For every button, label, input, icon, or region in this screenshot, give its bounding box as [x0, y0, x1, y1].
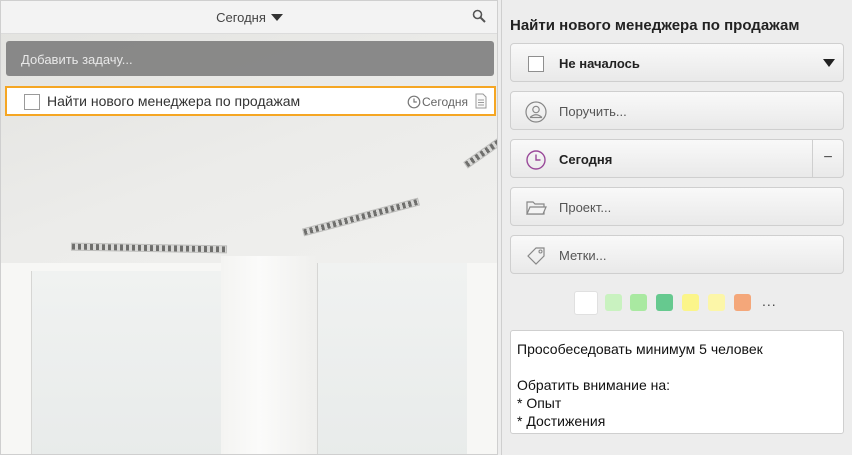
color-swatch-dark-green[interactable]	[656, 294, 673, 311]
clear-due-date-button[interactable]: −	[812, 140, 843, 177]
search-icon[interactable]	[472, 9, 486, 23]
list-toolbar: Сегодня	[1, 1, 497, 34]
color-swatch-white[interactable]	[574, 291, 598, 315]
background-window	[31, 271, 221, 454]
status-label: Не началось	[559, 56, 640, 71]
clock-icon	[407, 95, 421, 109]
task-list-pane: Сегодня Добавить задачу... Найти нового …	[0, 0, 498, 455]
tag-icon	[527, 247, 545, 265]
task-title: Найти нового менеджера по продажам	[47, 93, 301, 109]
clock-icon	[526, 150, 546, 170]
tags-button[interactable]: Метки...	[510, 235, 844, 274]
more-colors-button[interactable]: ...	[762, 293, 777, 309]
due-date-button[interactable]: Сегодня −	[510, 139, 844, 178]
date-filter-label: Сегодня	[216, 10, 266, 25]
task-due-date: Сегодня	[422, 95, 468, 109]
color-swatch-light-yellow[interactable]	[708, 294, 725, 311]
user-icon	[525, 101, 547, 123]
task-row[interactable]: Найти нового менеджера по продажам Сегод…	[5, 86, 496, 116]
status-dropdown[interactable]: Не началось	[510, 43, 844, 82]
project-button[interactable]: Проект...	[510, 187, 844, 226]
note-icon	[475, 93, 487, 109]
color-swatch-light-green[interactable]	[605, 294, 622, 311]
chevron-down-icon	[270, 14, 283, 21]
background-window	[317, 263, 467, 454]
task-detail-title[interactable]: Найти нового менеджера по продажам	[510, 17, 799, 34]
background-pillar	[221, 256, 317, 454]
color-swatch-green[interactable]	[630, 294, 647, 311]
task-checkbox[interactable]	[24, 94, 40, 110]
assign-button[interactable]: Поручить...	[510, 91, 844, 130]
tags-label: Метки...	[559, 248, 607, 263]
project-label: Проект...	[559, 200, 612, 215]
due-date-label: Сегодня	[559, 152, 613, 167]
task-note-textarea[interactable]: Прособеседовать минимум 5 человек Обрати…	[510, 330, 844, 434]
color-swatch-orange[interactable]	[734, 294, 751, 311]
task-detail-pane: Найти нового менеджера по продажам Не на…	[501, 0, 852, 455]
color-swatch-yellow[interactable]	[682, 294, 699, 311]
assign-label: Поручить...	[559, 104, 627, 119]
status-checkbox[interactable]	[528, 56, 544, 72]
date-filter-dropdown[interactable]: Сегодня	[1, 10, 497, 25]
chevron-down-icon	[823, 59, 835, 67]
add-task-input[interactable]: Добавить задачу...	[6, 41, 494, 76]
folder-icon	[526, 201, 547, 215]
